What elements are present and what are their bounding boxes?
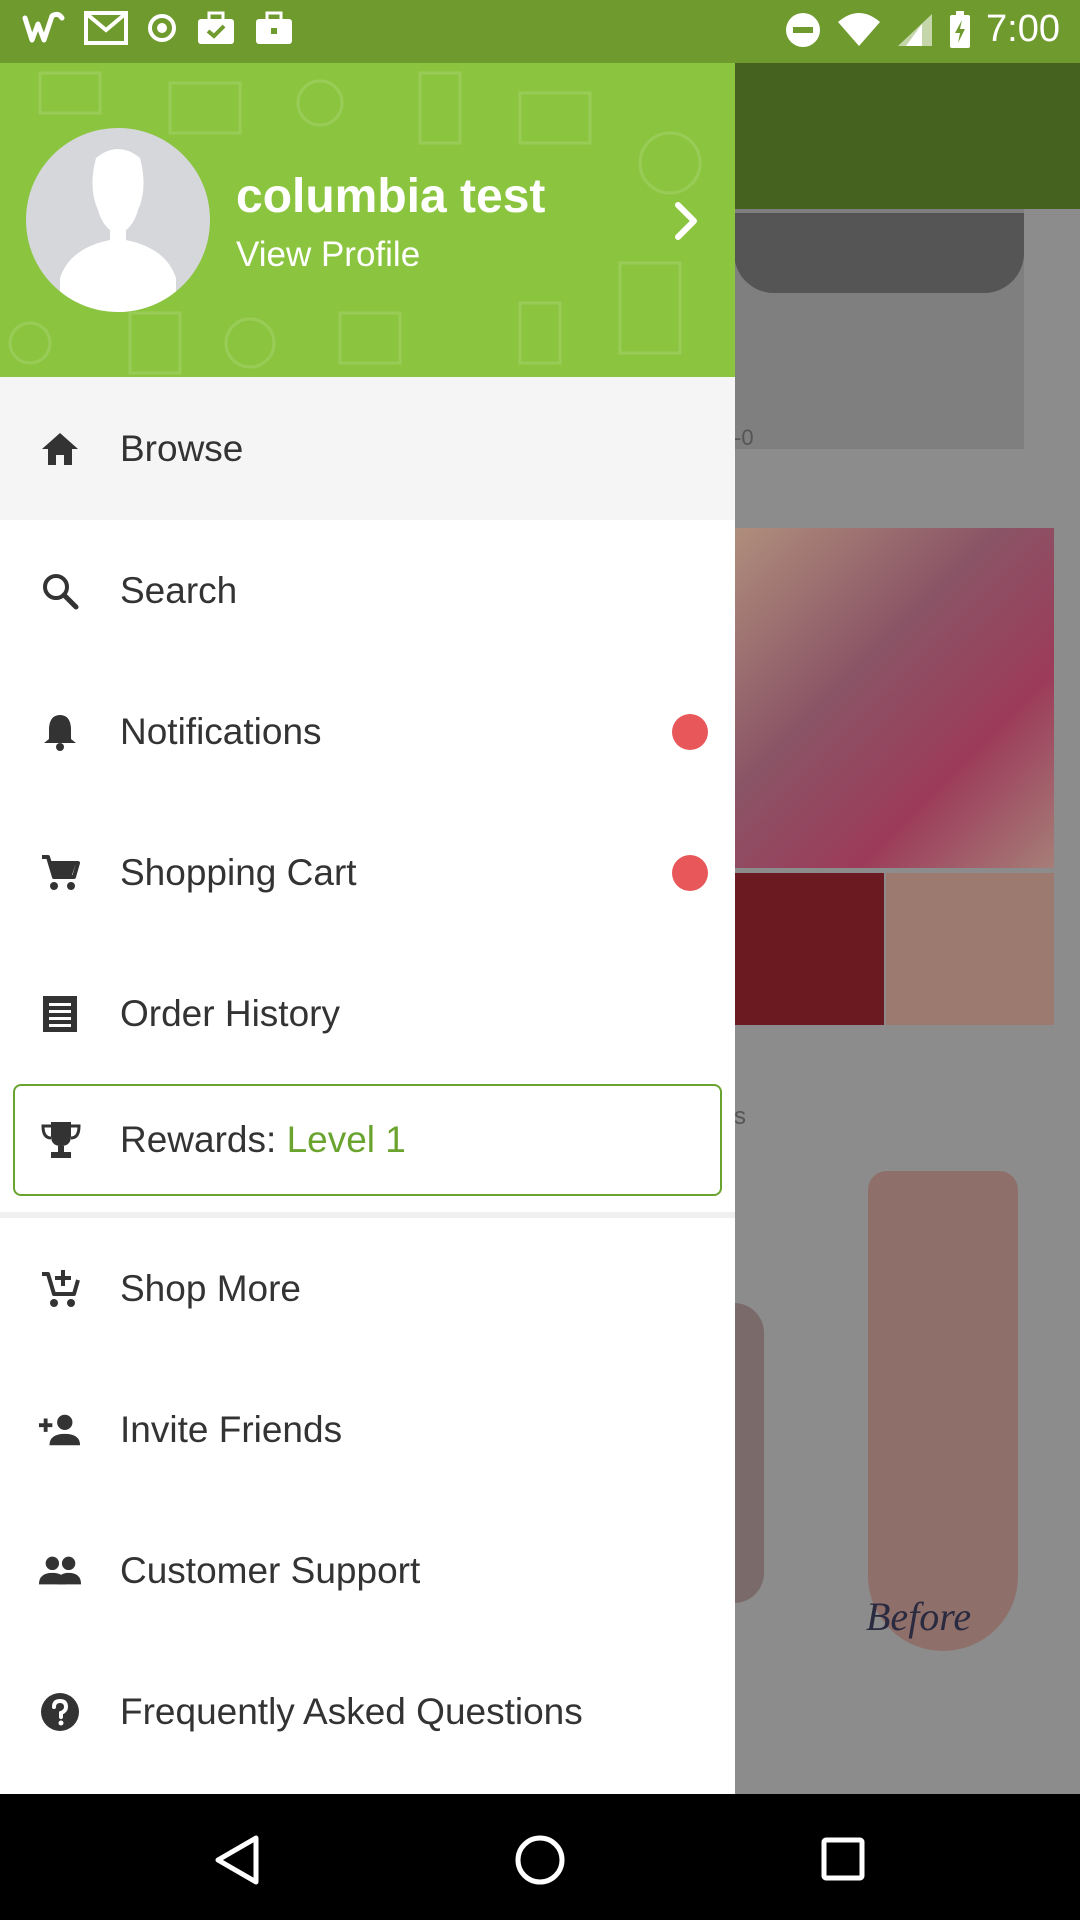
system-navigation-bar [0,1794,1080,1920]
menu-item-notifications[interactable]: Notifications [0,661,735,802]
background-lips-image [734,873,884,1025]
menu-item-label: Invite Friends [120,1408,343,1450]
briefcase-icon [256,11,292,44]
cart-badge [672,854,708,891]
menu-item-order-history[interactable]: Order History [0,943,735,1084]
menu-item-invite-friends[interactable]: Invite Friends [0,1359,735,1500]
chevron-right-icon[interactable] [672,199,702,243]
trophy-icon [39,1118,83,1162]
bell-icon [38,710,82,754]
menu-item-rewards[interactable]: Rewards: Level 1 [13,1084,722,1196]
search-icon [38,569,82,613]
rewards-level: Level 1 [286,1119,406,1160]
background-lipstick-image [734,528,1054,868]
menu-item-label: Shop More [120,1267,301,1309]
wifi-icon [838,12,881,46]
receipt-icon [38,992,82,1036]
profile-name[interactable]: columbia test [236,169,545,224]
background-tank-image [734,213,1024,293]
briefcase-check-icon [198,11,234,44]
recents-icon[interactable] [820,1836,866,1882]
home-icon [38,427,82,471]
signal-icon [898,13,933,46]
background-before-label: Before [866,1594,972,1639]
menu-item-search[interactable]: Search [0,520,735,661]
status-bar: 7:00 [0,0,1080,63]
background-leg-image [868,1171,1018,1651]
menu-item-customer-support[interactable]: Customer Support [0,1500,735,1641]
menu-item-label: Shopping Cart [120,851,357,893]
background-leg-image-left [734,1303,764,1603]
people-icon [38,1549,82,1593]
drawer-header[interactable]: columbia test View Profile [0,63,735,377]
menu-item-shop-more[interactable]: Shop More [0,1218,735,1359]
background-lips-image-2 [886,873,1054,1025]
rewards-label: Rewards: Level 1 [120,1119,406,1161]
add-person-icon [38,1408,82,1452]
menu-item-label: Customer Support [120,1549,421,1591]
help-icon [38,1690,82,1734]
menu-item-label: Notifications [120,710,322,752]
menu-item-faq[interactable]: Frequently Asked Questions [0,1641,735,1782]
home-button-icon[interactable] [514,1834,566,1886]
avatar[interactable] [26,128,210,312]
menu-item-label: Browse [120,427,244,469]
rewards-prefix: Rewards: [120,1119,287,1160]
menu-item-label: Search [120,569,238,611]
background-text-fragment: s [734,1103,746,1130]
menu-item-browse[interactable]: Browse [0,377,735,520]
default-avatar-icon [26,128,210,312]
background-price-fragment: -0 [734,425,754,450]
cart-icon [38,851,82,895]
navigation-drawer: columbia test View Profile Browse Search… [0,63,735,1794]
notification-badge [672,713,708,750]
gmail-icon [84,11,128,45]
menu-item-label: Order History [120,992,340,1034]
view-profile-link[interactable]: View Profile [236,235,420,275]
drawer-menu: Browse Search Notifications Shopping Car… [0,377,735,1782]
dnd-icon [786,12,821,47]
menu-item-label: Frequently Asked Questions [120,1690,583,1732]
menu-item-shopping-cart[interactable]: Shopping Cart [0,802,735,943]
add-to-cart-icon [38,1267,82,1311]
wish-icon [22,11,65,43]
back-icon[interactable] [212,1834,262,1886]
record-icon [148,14,176,42]
clock: 7:00 [986,8,1060,50]
battery-charging-icon [950,10,971,48]
